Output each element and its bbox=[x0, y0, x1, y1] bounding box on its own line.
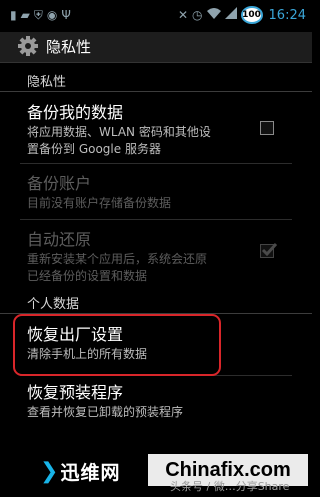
checkmark-icon bbox=[261, 242, 278, 257]
status-bar-right: ✕ ◷ 100 16:24 bbox=[178, 6, 306, 24]
mute-icon: ✕ bbox=[177, 8, 189, 22]
battery-level-badge: 100 bbox=[240, 6, 263, 24]
item-summary-line2: 已经备份的设置和数据 bbox=[27, 269, 148, 283]
usb-icon: Ψ bbox=[61, 8, 71, 22]
sim-icon: ▮ bbox=[10, 8, 17, 22]
highlight-annotation bbox=[13, 314, 221, 376]
section-header-privacy: 隐私性 bbox=[0, 66, 312, 92]
divider bbox=[20, 163, 292, 164]
item-summary-line1: 重新安装某个应用后，系统会还原 bbox=[27, 252, 208, 266]
backup-data-checkbox[interactable] bbox=[260, 121, 274, 135]
page-title: 隐私性 bbox=[46, 38, 92, 56]
item-title: 自动还原 bbox=[27, 230, 92, 249]
logo-arrow-icon: ❯ bbox=[40, 458, 59, 484]
item-summary: 查看并恢复已卸载的预装程序 bbox=[27, 405, 184, 419]
item-title: 备份我的数据 bbox=[27, 103, 124, 122]
section-header-label: 隐私性 bbox=[27, 75, 67, 90]
status-bar: ▮ ▰ ⛨ ◉ Ψ ✕ ◷ 100 16:24 bbox=[0, 0, 312, 32]
status-time: 16:24 bbox=[268, 7, 306, 23]
item-summary-line1: 将应用数据、WLAN 密码和其他设 bbox=[27, 125, 211, 139]
item-title: 恢复预装程序 bbox=[27, 383, 124, 402]
wifi-icon bbox=[206, 6, 221, 24]
item-summary: 目前没有账户存储备份数据 bbox=[27, 196, 172, 210]
settings-gear-icon[interactable] bbox=[18, 36, 38, 56]
item-summary-line2: 置备份到 Google 服务器 bbox=[27, 142, 161, 156]
watermark-left-text: 迅维网 bbox=[60, 461, 121, 484]
status-bar-left: ▮ ▰ ⛨ ◉ Ψ bbox=[10, 6, 71, 24]
list-item-restore-preinstalled[interactable]: 恢复预装程序 查看并恢复已卸载的预装程序 bbox=[0, 377, 312, 433]
alarm-icon: ◷ bbox=[192, 8, 203, 22]
list-item-backup-account[interactable]: 备份账户 目前没有账户存储备份数据 bbox=[0, 166, 312, 216]
watermark-small-text: 头条号 / 微…分享Share bbox=[170, 480, 290, 493]
signal-icon bbox=[224, 6, 237, 24]
item-title: 备份账户 bbox=[27, 174, 92, 193]
divider bbox=[20, 219, 292, 220]
action-bar: 隐私性 bbox=[0, 32, 312, 63]
section-header-personal-data: 个人数据 bbox=[0, 288, 312, 314]
auto-restore-checkbox[interactable] bbox=[260, 242, 278, 258]
gamepad-icon: ◉ bbox=[46, 8, 58, 22]
sd-card-icon: ▰ bbox=[20, 8, 30, 22]
section-header-label: 个人数据 bbox=[27, 297, 80, 312]
list-item-backup-data[interactable]: 备份我的数据 将应用数据、WLAN 密码和其他设 置备份到 Google 服务器 bbox=[0, 93, 312, 159]
list-item-auto-restore[interactable]: 自动还原 重新安装某个应用后，系统会还原 已经备份的设置和数据 bbox=[0, 222, 312, 288]
watermark-logo-left: ❯ 迅维网 bbox=[40, 455, 140, 487]
shield-icon: ⛨ bbox=[33, 8, 43, 22]
